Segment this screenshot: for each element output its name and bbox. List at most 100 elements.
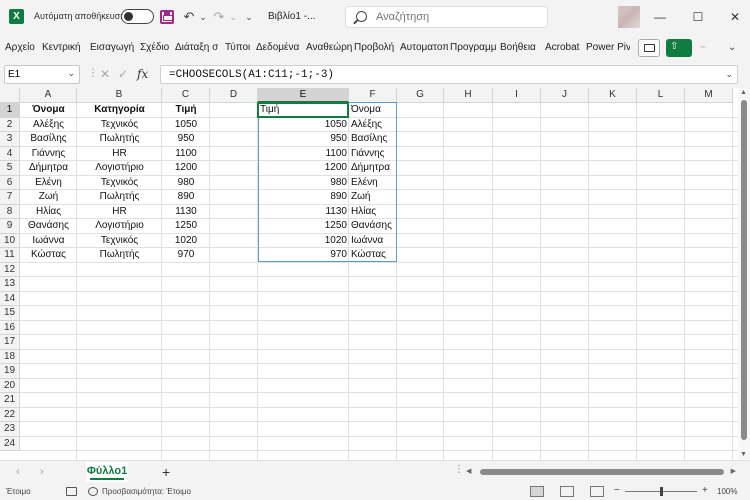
share-button[interactable]: ⇧ [666,39,692,57]
column-header-h[interactable]: H [444,88,493,103]
row-header-16[interactable]: 16 [0,320,20,335]
horizontal-scrollbar[interactable]: ◀ ▶ [466,468,736,477]
row-header-17[interactable]: 17 [0,335,20,350]
row-header-15[interactable]: 15 [0,306,20,321]
cell-f9[interactable]: Θανάσης [349,219,397,234]
cell-f6[interactable]: Ελένη [349,176,397,191]
cell-e11[interactable]: 970 [258,248,349,263]
maximize-icon[interactable]: ☐ [689,8,707,26]
cell-b8[interactable]: HR [77,205,162,220]
cell-f4[interactable]: Γιάννης [349,147,397,162]
vertical-scroll-thumb[interactable] [741,100,747,440]
row-header-9[interactable]: 9 [0,219,20,234]
tab-review[interactable]: Αναθεώρη [306,42,352,53]
row-header-24[interactable]: 24 [0,436,20,451]
cancel-icon[interactable]: ✕ [100,67,110,81]
tab-view[interactable]: Προβολή [354,42,398,53]
vertical-scrollbar[interactable]: ▲ ▼ [738,88,750,460]
search-input[interactable] [376,9,541,25]
chevron-down-icon[interactable]: ⌄ [67,68,75,79]
worksheet-grid[interactable]: ABCDEFGHIJKLM 1 2 3 4 5 6 7 8 9 10 11 12 13 14 15 16 17 1… [0,88,750,460]
cell-e8[interactable]: 1130 [258,205,349,220]
column-header-d[interactable]: D [210,88,258,103]
minimize-icon[interactable]: — [651,8,669,26]
row-header-8[interactable]: 8 [0,204,20,219]
row-header-13[interactable]: 13 [0,277,20,292]
page-break-view-icon[interactable] [590,486,604,497]
save-icon[interactable] [160,10,174,24]
cell-a7[interactable]: Ζωή [20,190,77,205]
cell-e4[interactable]: 1100 [258,147,349,162]
row-header-21[interactable]: 21 [0,393,20,408]
cell-c11[interactable]: 970 [162,248,210,263]
cell-c4[interactable]: 1100 [162,147,210,162]
tab-home[interactable]: Κεντρική [42,42,86,53]
row-header-5[interactable]: 5 [0,161,20,176]
cell-c1[interactable]: Τιμή [162,103,210,118]
column-header-j[interactable]: J [541,88,589,103]
cell-b4[interactable]: HR [77,147,162,162]
cell-c3[interactable]: 950 [162,132,210,147]
row-header-22[interactable]: 22 [0,407,20,422]
row-header-20[interactable]: 20 [0,378,20,393]
scroll-up-icon[interactable]: ▲ [740,89,747,96]
cell-b10[interactable]: Τεχνικός [77,234,162,249]
tab-acrobat[interactable]: Acrobat [545,42,583,53]
select-all-corner[interactable] [0,88,20,103]
ribbon-expand-icon[interactable]: ⌄ [728,42,736,53]
cell-b5[interactable]: Λογιστήριο [77,161,162,176]
cell-c2[interactable]: 1050 [162,118,210,133]
name-box-input[interactable] [8,68,58,81]
avatar[interactable] [618,6,640,28]
horizontal-scroll-thumb[interactable] [480,469,724,475]
zoom-in-icon[interactable]: + [702,485,708,496]
row-header-3[interactable]: 3 [0,132,20,147]
tab-draw[interactable]: Σχέδιο [140,42,173,53]
column-header-e[interactable]: E [258,88,349,103]
accessibility-status[interactable]: Προσβασιμότητα: Έτοιμο [102,487,191,496]
scroll-left-icon[interactable]: ◀ [466,467,471,475]
accessibility-icon[interactable] [88,487,98,496]
row-header-23[interactable]: 23 [0,422,20,437]
row-header-19[interactable]: 19 [0,364,20,379]
tab-formulas[interactable]: Τύποι [225,42,253,53]
cell-b1[interactable]: Κατηγορία [77,103,162,118]
autosave-toggle[interactable] [121,9,154,24]
row-header-12[interactable]: 12 [0,262,20,277]
cell-b6[interactable]: Τεχνικός [77,176,162,191]
cell-b3[interactable]: Πωλητής [77,132,162,147]
tab-automate[interactable]: Αυτοματοπ [400,42,448,53]
column-header-k[interactable]: K [589,88,637,103]
column-header-l[interactable]: L [637,88,685,103]
add-sheet-icon[interactable]: + [162,464,170,480]
normal-view-icon[interactable] [530,486,544,497]
insert-function-icon[interactable]: fx [137,67,148,81]
row-header-11[interactable]: 11 [0,248,20,263]
undo-dropdown-icon[interactable]: ⌄ [198,9,208,25]
comments-button[interactable] [638,39,660,57]
close-icon[interactable]: ✕ [726,8,744,26]
expand-formula-icon[interactable]: ⌄ [725,69,733,80]
macro-record-icon[interactable] [66,487,77,496]
cell-c9[interactable]: 1250 [162,219,210,234]
cell-c7[interactable]: 890 [162,190,210,205]
cell-e1[interactable]: Τιμή [258,103,349,118]
next-sheet-icon[interactable]: › [40,466,44,478]
row-header-7[interactable]: 7 [0,190,20,205]
cell-a1[interactable]: Όνομα [20,103,77,118]
zoom-slider-thumb[interactable] [660,487,663,496]
cell-e5[interactable]: 1200 [258,161,349,176]
cell-e2[interactable]: 1050 [258,118,349,133]
row-header-6[interactable]: 6 [0,175,20,190]
cell-f5[interactable]: Δήμητρα [349,161,397,176]
cell-f1[interactable]: Όνομα [349,103,397,118]
name-box[interactable]: ⌄ [4,65,80,84]
column-header-f[interactable]: F [349,88,397,103]
column-header-a[interactable]: A [20,88,77,103]
cell-a10[interactable]: Ιωάννα [20,234,77,249]
tab-power-pivot[interactable]: Power Pivot [586,42,630,53]
tab-page-layout[interactable]: Διάταξη σ [175,42,222,53]
prev-sheet-icon[interactable]: ‹ [16,466,20,478]
column-header-c[interactable]: C [162,88,210,103]
cell-e10[interactable]: 1020 [258,234,349,249]
